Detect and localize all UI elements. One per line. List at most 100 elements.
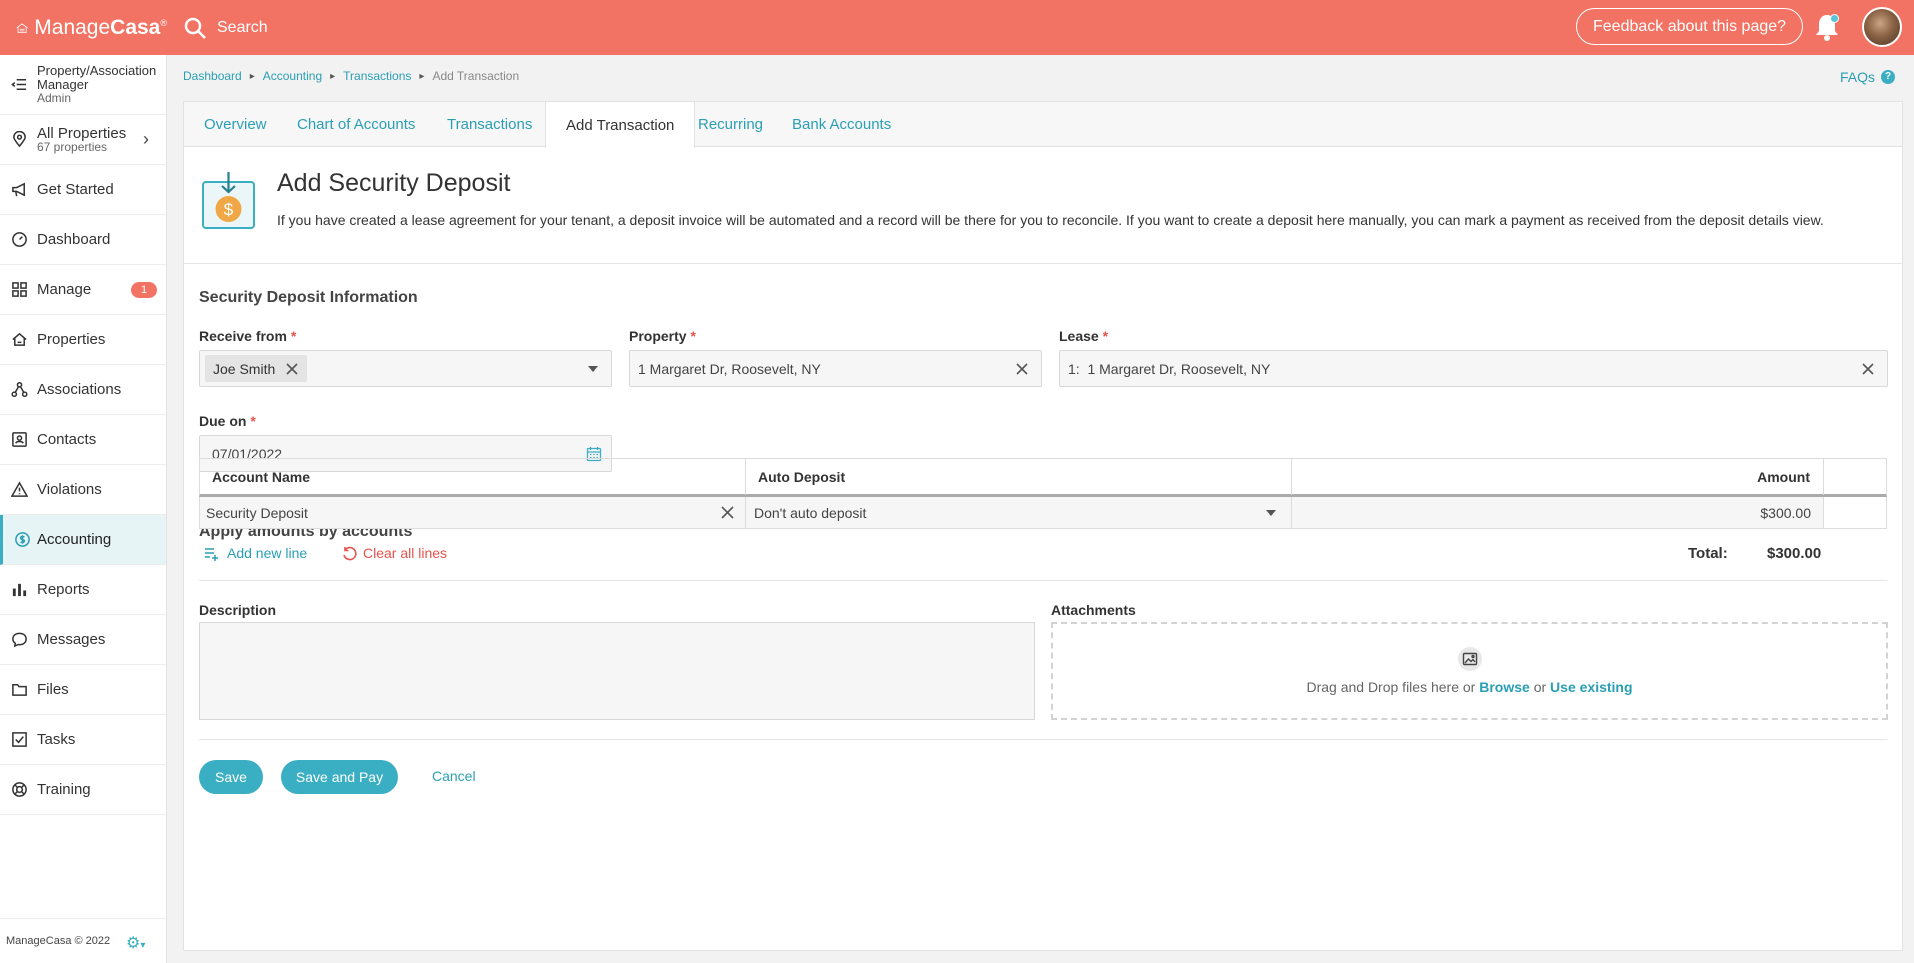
selected-contact-tag: Joe Smith <box>205 355 308 382</box>
sidebar-all-properties[interactable]: All Properties 67 properties › <box>0 115 166 165</box>
tab-transactions[interactable]: Transactions <box>427 102 552 147</box>
all-properties-label: All Properties <box>37 124 127 142</box>
page-title: Add Security Deposit <box>277 169 511 197</box>
house-logo-icon <box>16 22 28 33</box>
save-and-pay-button[interactable]: Save and Pay <box>281 760 398 794</box>
faqs-label: FAQs <box>1840 69 1876 85</box>
sidebar-item-messages[interactable]: Messages <box>0 615 166 665</box>
clear-lease-icon[interactable] <box>1860 361 1876 377</box>
column-header-account: Account Name <box>212 469 311 485</box>
tab-overview[interactable]: Overview <box>184 102 287 147</box>
breadcrumb-transactions[interactable]: Transactions <box>343 69 411 83</box>
warning-icon <box>10 481 28 499</box>
feedback-button[interactable]: Feedback about this page? <box>1576 8 1804 45</box>
clear-property-icon[interactable] <box>1014 361 1030 377</box>
search-box[interactable]: Search <box>183 16 268 40</box>
total-label: Total: <box>1688 545 1728 562</box>
sidebar-item-label: Violations <box>37 481 102 498</box>
save-button[interactable]: Save <box>199 760 263 794</box>
sidebar-item-label: Dashboard <box>37 231 111 248</box>
tab-recurring[interactable]: Recurring <box>678 102 783 147</box>
auto-deposit-select[interactable]: Don't auto deposit <box>746 497 1291 528</box>
sidebar-item-dashboard[interactable]: Dashboard <box>0 215 166 265</box>
clear-account-icon[interactable] <box>720 505 735 520</box>
cancel-button[interactable]: Cancel <box>432 768 476 784</box>
chevron-down-icon <box>1266 510 1276 516</box>
chat-icon <box>10 631 28 649</box>
sidebar-item-accounting[interactable]: Accounting <box>0 515 166 565</box>
description-textarea[interactable] <box>199 622 1035 720</box>
page-description: If you have created a lease agreement fo… <box>277 212 1824 228</box>
chevron-down-icon <box>588 366 598 372</box>
clear-all-lines-button[interactable]: Clear all lines <box>342 545 447 561</box>
table-header: Account Name Auto Deposit Amount <box>199 458 1887 497</box>
search-icon <box>184 17 206 39</box>
lease-value: 1: 1 Margaret Dr, Roosevelt, NY <box>1068 360 1271 377</box>
property-select[interactable]: 1 Margaret Dr, Roosevelt, NY <box>629 350 1042 387</box>
sidebar-item-manage[interactable]: Manage 1 <box>0 265 166 315</box>
lease-label: Lease * <box>1059 328 1109 344</box>
sidebar-item-files[interactable]: Files <box>0 665 166 715</box>
add-list-icon <box>205 547 218 561</box>
image-icon <box>1457 647 1482 671</box>
amount-input[interactable]: $300.00 <box>1292 497 1823 528</box>
divider <box>199 580 1887 581</box>
logo[interactable]: ManageCasa® <box>0 15 167 41</box>
total-value: $300.00 <box>1767 545 1822 562</box>
manage-badge: 1 <box>131 282 157 298</box>
attachments-dropzone[interactable]: Drag and Drop files here or Browse or Us… <box>1051 622 1888 720</box>
bar-chart-icon <box>10 581 28 599</box>
tab-chart-of-accounts[interactable]: Chart of Accounts <box>277 102 435 147</box>
sidebar-item-label: Properties <box>37 331 106 348</box>
sidebar-item-label: Tasks <box>37 731 76 748</box>
due-on-label: Due on * <box>199 413 256 429</box>
avatar[interactable] <box>1862 7 1902 47</box>
breadcrumb-accounting[interactable]: Accounting <box>263 69 322 83</box>
sidebar-item-get-started[interactable]: Get Started <box>0 165 166 215</box>
logo-text-light: Manage <box>34 15 111 39</box>
divider <box>199 739 1887 740</box>
use-existing-link[interactable]: Use existing <box>1550 679 1632 695</box>
dropzone-text: Drag and Drop files here or Browse or Us… <box>1306 679 1633 695</box>
breadcrumb-current: Add Transaction <box>432 69 520 83</box>
sidebar-item-properties[interactable]: Properties <box>0 315 166 365</box>
faqs-link[interactable]: FAQs ? <box>1840 69 1896 85</box>
sidebar-item-label: Reports <box>37 581 90 598</box>
breadcrumb-dashboard[interactable]: Dashboard <box>183 69 242 83</box>
all-properties-count: 67 properties <box>37 139 108 154</box>
copyright-text: ManageCasa © 2022 <box>6 935 111 947</box>
role-title: Property/Association Manager <box>37 63 157 92</box>
account-name-value: Security Deposit <box>206 504 308 521</box>
sidebar-item-reports[interactable]: Reports <box>0 565 166 615</box>
sidebar-item-label: Messages <box>37 631 106 648</box>
browse-link[interactable]: Browse <box>1479 679 1530 695</box>
breadcrumb-separator-icon: ▸ <box>419 70 425 82</box>
settings-gear-icon[interactable]: ⚙▾ <box>126 933 145 953</box>
contact-card-icon <box>10 431 28 449</box>
account-name-cell[interactable]: Security Deposit <box>200 497 745 528</box>
tab-add-transaction[interactable]: Add Transaction <box>545 102 696 148</box>
checkbox-icon <box>10 731 28 749</box>
sidebar-item-contacts[interactable]: Contacts <box>0 415 166 465</box>
sidebar: Property/Association Manager Admin All P… <box>0 55 167 963</box>
section-title-deposit-info: Security Deposit Information <box>199 289 418 306</box>
column-header-amount: Amount <box>1757 469 1810 485</box>
sidebar-item-violations[interactable]: Violations <box>0 465 166 515</box>
sidebar-item-training[interactable]: Training <box>0 765 166 815</box>
sidebar-item-tasks[interactable]: Tasks <box>0 715 166 765</box>
sidebar-role-switcher[interactable]: Property/Association Manager Admin <box>0 55 166 115</box>
grid-icon <box>10 281 28 299</box>
breadcrumb-separator-icon: ▸ <box>330 70 336 82</box>
lease-select[interactable]: 1: 1 Margaret Dr, Roosevelt, NY <box>1059 350 1888 387</box>
dollar-icon <box>13 531 31 549</box>
tab-bank-accounts[interactable]: Bank Accounts <box>772 102 911 147</box>
add-new-line-button[interactable]: Add new line <box>204 545 307 561</box>
collapse-menu-icon <box>10 76 28 94</box>
map-pin-icon <box>10 131 28 149</box>
breadcrumb: Dashboard ▸ Accounting ▸ Transactions ▸ … <box>183 69 519 83</box>
network-icon <box>10 381 28 399</box>
remove-tag-icon[interactable] <box>285 362 299 376</box>
receive-from-select[interactable]: Joe Smith <box>199 350 612 387</box>
deposit-icon: $ <box>202 172 255 229</box>
sidebar-item-associations[interactable]: Associations <box>0 365 166 415</box>
